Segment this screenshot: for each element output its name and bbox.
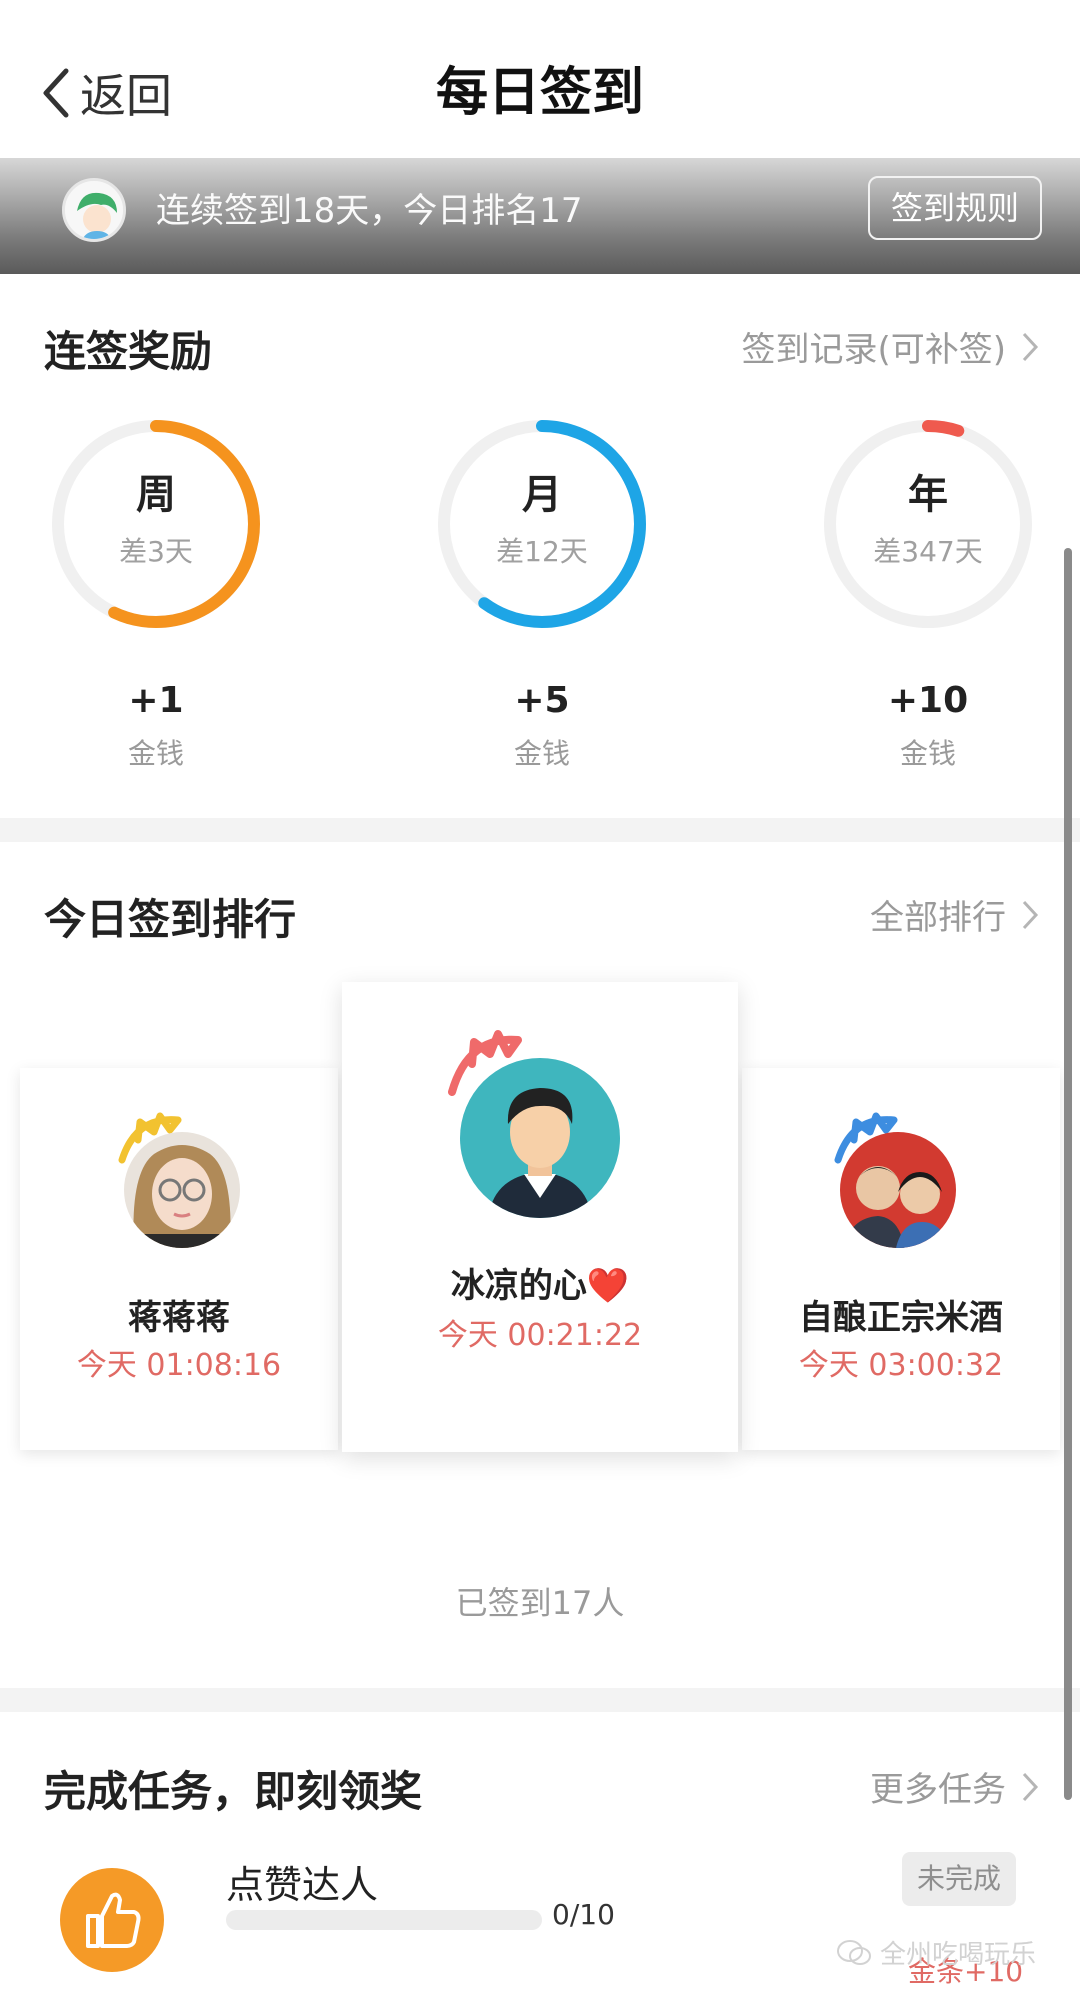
all-ranking-label: 全部排行 <box>870 898 1006 938</box>
reward-amount: +5 <box>514 680 570 721</box>
ranking-section-title: 今日签到排行 <box>44 895 297 944</box>
ring-label: 周 <box>136 472 176 518</box>
progress-ring-icon <box>52 420 260 628</box>
page-title: 每日签到 <box>435 63 644 123</box>
more-tasks-link[interactable]: 更多任务 <box>870 1762 1040 1811</box>
ring-remaining: 差12天 <box>496 535 588 568</box>
avatar <box>840 1132 956 1248</box>
reward-unit: 金钱 <box>513 737 570 770</box>
sign-record-label: 签到记录(可补签) <box>741 330 1006 370</box>
task-name: 点赞达人 <box>226 1863 379 1907</box>
progress-ring-icon <box>824 420 1032 628</box>
ranking-name: 蒋蒋蒋 <box>128 1298 230 1338</box>
ring-label: 月 <box>522 472 562 518</box>
chevron-right-icon <box>1022 900 1039 929</box>
section-divider <box>0 1688 1080 1712</box>
thumbs-up-icon <box>60 1868 164 1972</box>
ranking-card-second[interactable]: 蒋蒋蒋 今天 01:08:16 <box>20 1068 338 1450</box>
reward-unit: 金钱 <box>899 737 956 770</box>
watermark: 全州吃喝玩乐 <box>836 1934 1036 1971</box>
tasks-section-title: 完成任务，即刻领奖 <box>44 1767 423 1816</box>
task-status-badge[interactable]: 未完成 <box>902 1852 1016 1906</box>
scrollbar[interactable] <box>1064 548 1072 1800</box>
sign-rules-button[interactable]: 签到规则 <box>868 176 1042 240</box>
all-ranking-link[interactable]: 全部排行 <box>870 890 1040 939</box>
more-tasks-label: 更多任务 <box>870 1770 1006 1810</box>
user-avatar[interactable] <box>62 178 126 242</box>
task-progress-bar <box>226 1910 542 1930</box>
avatar <box>124 1132 240 1248</box>
ranking-time: 今天 01:08:16 <box>76 1348 282 1383</box>
progress-ring-icon <box>438 420 646 628</box>
ring-label: 年 <box>908 472 948 518</box>
signed-count: 已签到17人 <box>455 1584 625 1622</box>
streak-banner: 连续签到18天，今日排名17 签到规则 <box>0 158 1080 274</box>
streak-ring: 年差347天 <box>816 412 1040 636</box>
reward-unit: 金钱 <box>127 737 184 770</box>
avatar-image <box>65 181 123 239</box>
ranking-name: 自酿正宗米酒 <box>799 1298 1003 1338</box>
ranking-time: 今天 03:00:32 <box>798 1348 1004 1383</box>
sign-record-link[interactable]: 签到记录(可补签) <box>741 322 1040 371</box>
watermark-text: 全州吃喝玩乐 <box>880 1940 1037 1970</box>
task-progress-text: 0/10 <box>552 1898 615 1931</box>
streak-summary: 连续签到18天，今日排名17 <box>156 191 583 231</box>
ring-remaining: 差347天 <box>873 535 983 568</box>
reward-amount: +1 <box>128 680 184 721</box>
section-divider <box>0 818 1080 842</box>
ring-remaining: 差3天 <box>119 535 193 568</box>
reward-amount: +10 <box>887 680 969 721</box>
avatar <box>460 1058 620 1218</box>
chevron-right-icon <box>1022 1772 1039 1801</box>
streak-section-title: 连签奖励 <box>44 327 213 376</box>
ranking-card-third[interactable]: 自酿正宗米酒 今天 03:00:32 <box>742 1068 1060 1450</box>
chevron-right-icon <box>1022 332 1039 361</box>
ranking-name: 冰凉的心❤️ <box>450 1266 630 1306</box>
ranking-card-first[interactable]: 冰凉的心❤️ 今天 00:21:22 <box>342 982 738 1452</box>
wechat-icon <box>837 1939 871 1965</box>
streak-ring: 周差3天 <box>44 412 268 636</box>
streak-ring: 月差12天 <box>430 412 654 636</box>
ranking-time: 今天 00:21:22 <box>437 1318 643 1353</box>
top-bar: 返回 每日签到 <box>0 0 1080 158</box>
